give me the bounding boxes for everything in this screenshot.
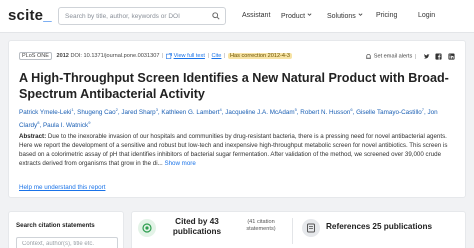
author-link[interactable]: Shugeng Cao2: [77, 107, 118, 116]
view-full-text-link[interactable]: View full text: [174, 53, 205, 59]
scite-logo[interactable]: scite_: [8, 7, 52, 24]
citation-search-label: Search citation statements: [16, 222, 95, 229]
nav-pricing[interactable]: Pricing: [376, 12, 397, 19]
doi[interactable]: DOI: 10.1371/journal.pone.0031307: [70, 53, 159, 59]
author-link[interactable]: Paula I. Watnick9: [43, 120, 91, 129]
cite-link[interactable]: Cite: [211, 53, 221, 59]
nav-product[interactable]: Product: [281, 12, 312, 20]
references-count[interactable]: References 25 publications: [326, 222, 432, 231]
cited-by-count[interactable]: Cited by 43 publications: [170, 217, 224, 237]
set-email-alerts[interactable]: Set email alerts: [374, 54, 413, 60]
cited-by-icon: [138, 219, 156, 237]
citation-search-input[interactable]: [16, 237, 118, 248]
bell-icon[interactable]: [365, 53, 372, 60]
author-link[interactable]: Jacqueline J.A. McAdam5: [225, 107, 297, 116]
author-link[interactable]: Robert N. Husson6: [300, 107, 352, 116]
article-title: A High-Throughput Screen Identifies a Ne…: [19, 71, 449, 101]
author-list: Patrick Ymele-Leki1, Shugeng Cao2, Jared…: [19, 107, 438, 129]
abstract-text: Due to the inexorable invasion of our ho…: [19, 133, 448, 168]
abstract: Abstract: Due to the inexorable invasion…: [19, 132, 459, 168]
nav-assistant[interactable]: Assistant: [242, 12, 270, 19]
article-meta: PLoS ONE 2012 DOI: 10.1371/journal.pone.…: [19, 52, 455, 63]
linkedin-icon[interactable]: [448, 53, 455, 60]
chevron-down-icon: [358, 13, 363, 16]
chevron-down-icon: [307, 13, 312, 16]
abstract-label: Abstract:: [19, 133, 47, 140]
journal-name[interactable]: PLoS ONE: [19, 52, 52, 60]
separator: |: [162, 53, 164, 59]
twitter-icon[interactable]: [423, 53, 430, 60]
show-more-link[interactable]: Show more: [164, 160, 195, 167]
correction-badge[interactable]: Has correction 2012-4-3: [228, 53, 293, 59]
search-icon[interactable]: [212, 12, 220, 20]
citation-statements-count: (41 citation statements): [246, 219, 276, 232]
global-search-input[interactable]: [59, 8, 207, 24]
author-link[interactable]: Jared Sharp3: [121, 107, 158, 116]
separator: |: [223, 53, 226, 59]
citation-search-panel: Search citation statements: [8, 211, 124, 248]
citation-stats: Cited by 43 publications (41 citation st…: [131, 211, 466, 248]
publication-year: 2012: [56, 53, 69, 59]
external-link-icon: [166, 53, 172, 59]
references-icon: [302, 219, 320, 237]
article-card: PLoS ONE 2012 DOI: 10.1371/journal.pone.…: [8, 40, 466, 198]
author-link[interactable]: Patrick Ymele-Leki1: [19, 107, 74, 116]
help-understand-report-link[interactable]: Help me understand this report: [19, 184, 105, 191]
nav-solutions[interactable]: Solutions: [327, 12, 363, 20]
nav-login[interactable]: Login: [418, 12, 435, 19]
author-link[interactable]: Kathleen G. Lambert4: [161, 107, 221, 116]
author-link[interactable]: Giselle Tamayo-Castillo7: [356, 107, 424, 116]
global-search-box: [58, 7, 226, 25]
divider: [292, 218, 293, 244]
separator: |: [207, 53, 209, 59]
article-tools: Set email alerts |: [361, 53, 455, 60]
top-navigation-bar: scite_ Assistant Product Solutions Prici…: [0, 0, 474, 33]
separator: |: [414, 53, 417, 60]
facebook-icon[interactable]: [435, 53, 442, 60]
